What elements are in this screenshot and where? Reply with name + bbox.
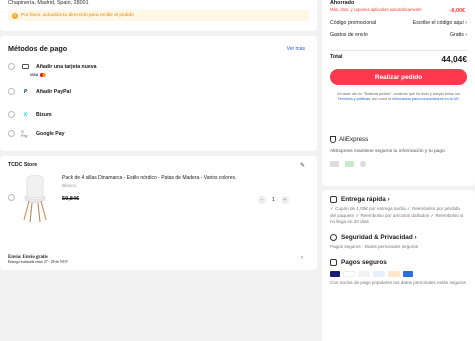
card-badge-icon xyxy=(330,160,339,167)
address-card: Chapinería, Madrid, Spain, 28001 ! Por f… xyxy=(0,0,317,31)
visa-icon: VISA xyxy=(30,73,39,77)
aliexpress-desc: AliExpress mantiene seguros tu informaci… xyxy=(330,149,445,154)
store-card: TCDC Store ✎ Pack de 4 sillas Dinamarca … xyxy=(0,156,317,270)
address-warning[interactable]: ! Por favor, actualiza tu dirección para… xyxy=(8,10,309,21)
promo-input[interactable]: Escribe el código aquí › xyxy=(413,20,467,26)
security-check-icon xyxy=(330,233,337,241)
aliexpress-trust-card: AliExpress AliExpress mantiene seguros t… xyxy=(322,130,475,186)
chevron-right-icon[interactable]: › xyxy=(301,255,303,261)
mastercard-icon xyxy=(40,73,47,77)
secure-badge-icon xyxy=(345,160,354,167)
visa-logo-icon xyxy=(330,270,340,277)
promo-row[interactable]: Código promocional Escribe el código aqu… xyxy=(330,20,467,26)
shipping-value[interactable]: Gratis › xyxy=(450,32,467,38)
decrease-button[interactable]: − xyxy=(258,196,266,204)
payment-method-bizum[interactable]: ꓫ Bizum xyxy=(8,111,52,118)
store-name: TCDC Store xyxy=(8,162,38,168)
radio-button[interactable] xyxy=(8,130,15,137)
divider xyxy=(330,50,467,51)
jcb-logo-icon xyxy=(403,270,413,277)
paypal-icon: P xyxy=(23,88,28,95)
quantity-value: 1 xyxy=(272,197,275,203)
shipping-estimate: Entrega estimada entre 27 - 28 de NOV xyxy=(8,260,69,264)
promo-label: Código promocional xyxy=(330,20,377,26)
payment-method-card[interactable]: Añadir una tarjeta nueva xyxy=(8,63,97,70)
discover-logo-icon xyxy=(388,270,400,277)
saved-subtext: Más, dtos. y cupones aplicados automátic… xyxy=(330,7,422,12)
fast-delivery-body: ✓ Cupón de 1,00€ por entrega tardía ✓ Re… xyxy=(330,206,464,225)
features-card: Entrega rápida › ✓ Cupón de 1,00€ por en… xyxy=(322,190,475,341)
gpay-icon: G Pay xyxy=(21,129,28,138)
security-title[interactable]: Seguridad & Privacidad › xyxy=(330,233,467,241)
payment-logos xyxy=(330,270,467,277)
aliexpress-title: AliExpress xyxy=(330,136,467,143)
total-label: Total xyxy=(330,54,343,60)
fast-delivery-title[interactable]: Entrega rápida › xyxy=(330,196,467,203)
lock-icon xyxy=(330,258,337,266)
saved-value[interactable]: -6,00€ xyxy=(450,8,465,14)
place-order-button[interactable]: Realizar pedido xyxy=(330,69,467,85)
shipping-label: Gastos de envío xyxy=(330,32,368,38)
address-warning-text: Por favor, actualiza tu dirección para r… xyxy=(21,13,134,18)
lock-badge-icon xyxy=(360,160,366,167)
total-value: 44,04€ xyxy=(441,54,467,64)
card-brands: VISA xyxy=(30,73,47,77)
trust-badges xyxy=(330,160,467,167)
address-text: Chapinería, Madrid, Spain, 28001 xyxy=(8,0,89,6)
radio-button[interactable] xyxy=(8,63,15,70)
payment-methods-card: Métodos de pago Ver más Añadir una tarje… xyxy=(0,36,317,151)
product-title[interactable]: Pack de 4 sillas Dinamarca - Estilo nórd… xyxy=(62,175,236,181)
product-select-radio[interactable] xyxy=(8,194,15,201)
shipping-row: Gastos de envío Gratis › xyxy=(330,32,467,38)
radio-button[interactable] xyxy=(8,88,15,95)
quantity-stepper: − 1 + xyxy=(258,196,289,204)
product-image[interactable] xyxy=(18,170,52,224)
payment-method-label: Añadir una tarjeta nueva xyxy=(36,63,97,70)
edit-icon[interactable]: ✎ xyxy=(300,162,305,169)
safekey-logo-icon xyxy=(373,270,385,277)
see-more-link[interactable]: Ver más xyxy=(287,46,305,52)
payment-method-gpay[interactable]: G Pay Google Pay xyxy=(8,129,65,138)
bizum-icon: ꓫ xyxy=(23,111,28,118)
secure-payments-title: Pagos seguros xyxy=(330,258,467,266)
legal-text: Al hacer clic en "Realizar pedido", conf… xyxy=(337,92,460,101)
security-body: Pagos seguros · Datos personales seguros xyxy=(330,243,419,249)
terms-link[interactable]: Términos y políticas xyxy=(337,97,370,101)
card-icon xyxy=(21,64,30,70)
product-variant: Blanco xyxy=(62,183,77,188)
shield-icon xyxy=(330,136,336,143)
payment-method-label: Añadir PayPal xyxy=(36,88,71,95)
order-summary-card: Ahorrado Más, dtos. y cupones aplicados … xyxy=(322,0,475,138)
payment-method-label: Bizum xyxy=(36,111,52,118)
increase-button[interactable]: + xyxy=(280,196,289,204)
total-row: Total 44,04€ xyxy=(330,54,467,64)
mastercard-logo-icon xyxy=(343,270,355,277)
product-price: 50,84€ xyxy=(62,196,80,202)
radio-button[interactable] xyxy=(8,111,15,118)
warning-icon: ! xyxy=(12,12,18,19)
payment-method-label: Google Pay xyxy=(36,130,65,137)
secure-payments-body: Con socios de pago populares tus datos p… xyxy=(330,279,466,285)
diners-logo-icon xyxy=(358,270,370,277)
truck-icon xyxy=(330,196,337,203)
payment-method-paypal[interactable]: P Añadir PayPal xyxy=(8,88,71,95)
eu-info-link[interactable]: información para consumidores en la UE. xyxy=(392,97,460,101)
payment-methods-title: Métodos de pago xyxy=(8,44,68,53)
saved-label: Ahorrado xyxy=(330,0,355,6)
